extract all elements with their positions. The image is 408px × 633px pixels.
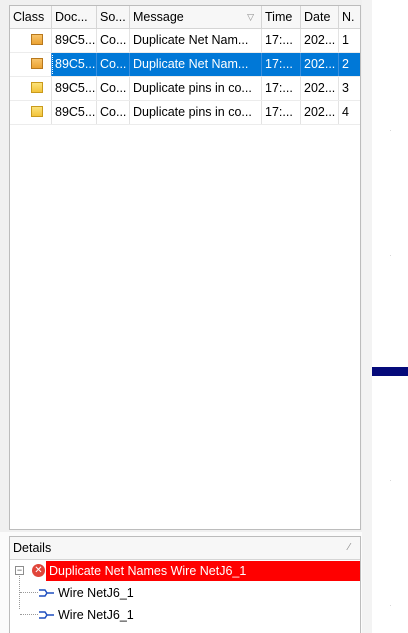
column-label: So... (100, 10, 126, 24)
column-header-number[interactable]: N. (339, 6, 360, 28)
document-cell: 89C5... (52, 29, 97, 52)
time-cell: 17:... (262, 77, 301, 100)
column-label: Class (13, 10, 45, 24)
source-cell: Co... (97, 101, 130, 124)
tree-child-node[interactable]: Wire NetJ6_1 (38, 583, 134, 603)
grid-dot (390, 605, 391, 606)
messages-grid: Class Doc... So... Message ▽ Time Date N… (9, 5, 361, 530)
schematic-canvas[interactable] (362, 0, 408, 633)
warning-icon (31, 58, 43, 69)
column-header-document[interactable]: Doc... (52, 6, 97, 28)
column-label: Time (265, 10, 293, 24)
tree-child-node[interactable]: Wire NetJ6_1 (38, 605, 134, 625)
pin-icon[interactable]: ⁄ (348, 537, 350, 559)
column-header-time[interactable]: Time (262, 6, 301, 28)
message-row[interactable]: 89C5... Co... Duplicate pins in co... 17… (10, 77, 360, 101)
messages-panel: Class Doc... So... Message ▽ Time Date N… (0, 0, 362, 532)
message-cell: Duplicate pins in co... (130, 77, 262, 100)
class-cell (10, 29, 52, 52)
class-cell (10, 101, 52, 124)
number-cell: 2 (342, 57, 349, 71)
message-row-selected[interactable]: 89C5... Co... Duplicate Net Nam... 17:..… (10, 53, 360, 77)
document-cell: 89C5... (52, 77, 97, 100)
column-header-date[interactable]: Date (301, 6, 339, 28)
column-label: Message (133, 10, 184, 24)
warning-icon (31, 34, 43, 45)
tree-child-label: Wire NetJ6_1 (58, 586, 134, 600)
source-cell: Co... (97, 77, 130, 100)
time-cell: 17:... (262, 53, 301, 76)
time-cell: 17:... (262, 29, 301, 52)
column-header-source[interactable]: So... (97, 6, 130, 28)
warning-icon (31, 82, 43, 93)
number-cell: 4 (342, 105, 349, 119)
schematic-wire[interactable] (372, 367, 408, 376)
warning-icon (31, 106, 43, 117)
column-label: Doc... (55, 10, 88, 24)
grid-header: Class Doc... So... Message ▽ Time Date N… (10, 6, 360, 29)
details-panel: Details ⁄ − ✕ Duplicate Net Names Wire N… (9, 536, 361, 633)
canvas-margin (362, 0, 372, 633)
collapse-toggle-icon[interactable]: − (15, 566, 24, 575)
source-cell: Co... (97, 53, 130, 76)
grid-dot (390, 130, 391, 131)
tree-connector (20, 592, 38, 593)
wire-icon (39, 589, 54, 597)
column-header-class[interactable]: Class (10, 6, 52, 28)
message-cell: Duplicate Net Nam... (130, 53, 262, 76)
message-row[interactable]: 89C5... Co... Duplicate Net Nam... 17:..… (10, 29, 360, 53)
tree-child-label: Wire NetJ6_1 (58, 608, 134, 622)
tree-root-label: Duplicate Net Names Wire NetJ6_1 (46, 561, 360, 581)
number-cell: 1 (342, 33, 349, 47)
message-cell: Duplicate pins in co... (130, 101, 262, 124)
time-cell: 17:... (262, 101, 301, 124)
class-cell (10, 53, 52, 76)
column-label: N. (342, 10, 355, 24)
column-label: Date (304, 10, 331, 24)
date-cell: 202... (301, 77, 339, 100)
class-cell (10, 77, 52, 100)
document-cell: 89C5... (52, 53, 97, 76)
details-header: Details ⁄ (10, 537, 360, 560)
date-cell: 202... (301, 53, 339, 76)
grid-dot (390, 480, 391, 481)
message-row[interactable]: 89C5... Co... Duplicate pins in co... 17… (10, 101, 360, 125)
error-icon: ✕ (32, 564, 45, 577)
source-cell: Co... (97, 29, 130, 52)
tree-connector (20, 614, 38, 615)
document-cell: 89C5... (52, 101, 97, 124)
message-cell: Duplicate Net Nam... (130, 29, 262, 52)
sort-indicator-icon: ▽ (247, 12, 254, 22)
wire-icon (39, 611, 54, 619)
date-cell: 202... (301, 29, 339, 52)
number-cell: 3 (342, 81, 349, 95)
details-title: Details (13, 541, 52, 555)
tree-root-node[interactable]: − ✕ Duplicate Net Names Wire NetJ6_1 (10, 561, 360, 581)
grid-dot (390, 255, 391, 256)
date-cell: 202... (301, 101, 339, 124)
column-header-message[interactable]: Message ▽ (130, 6, 262, 28)
